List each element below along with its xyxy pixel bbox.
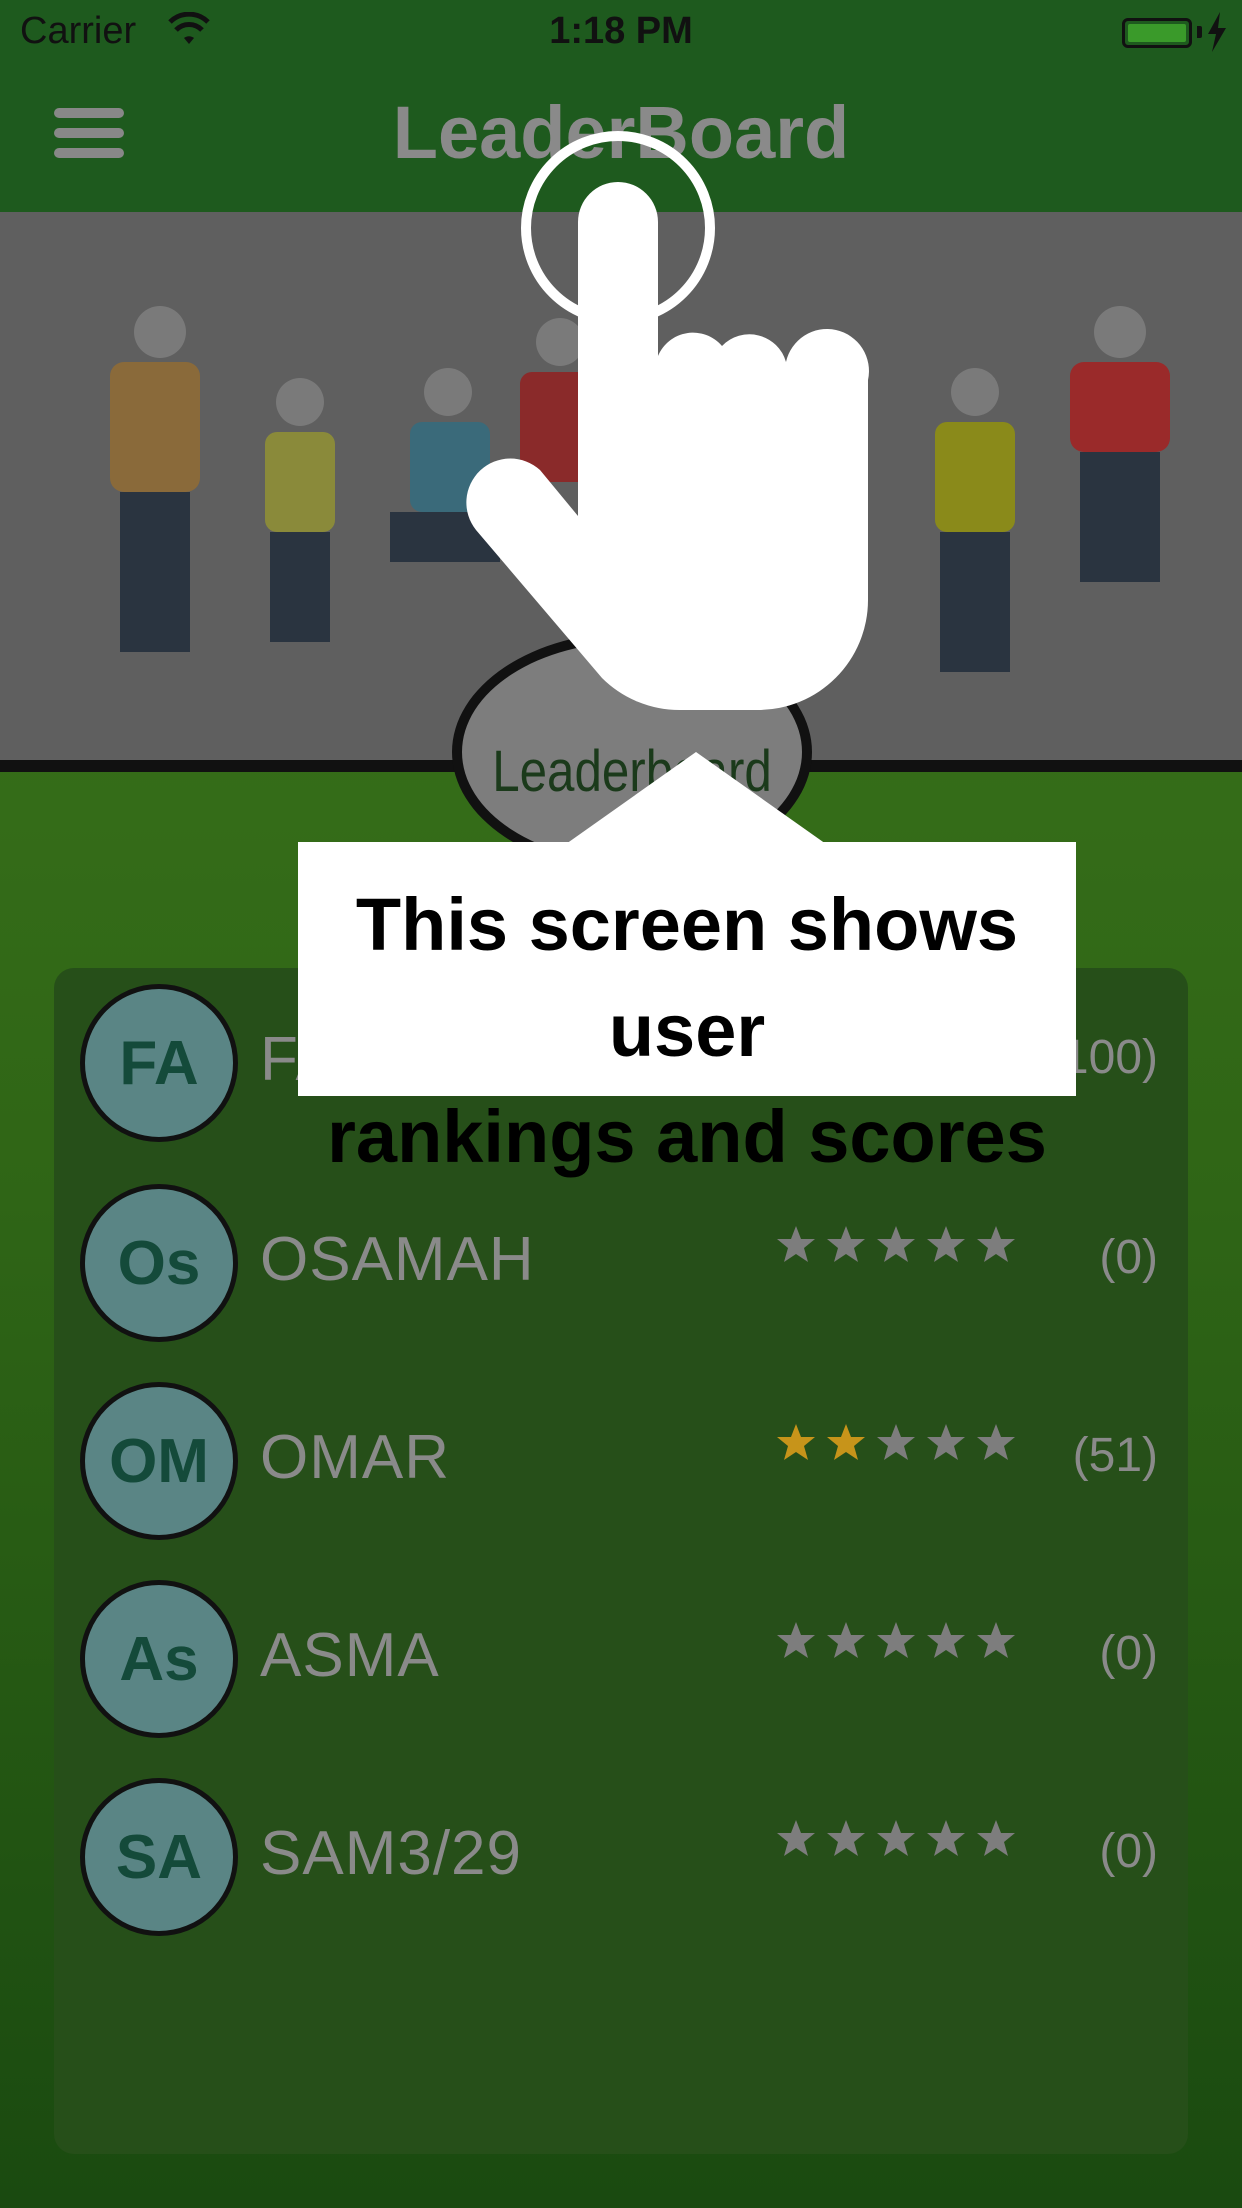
- callout-pointer: [566, 752, 826, 844]
- user-name: ASMA: [260, 1621, 440, 1690]
- user-score: (0): [1099, 1627, 1158, 1680]
- tutorial-callout: This screen shows user rankings and scor…: [298, 842, 1076, 1178]
- user-score: (0): [1099, 1825, 1158, 1878]
- star-empty-icon: [977, 1424, 1015, 1460]
- star-empty-icon: [877, 1622, 915, 1658]
- star-empty-icon: [777, 1820, 815, 1856]
- star-empty-icon: [927, 1424, 965, 1460]
- star-rating: [776, 1422, 1016, 1462]
- star-empty-icon: [827, 1622, 865, 1658]
- star-empty-icon: [827, 1820, 865, 1856]
- battery-icon: [1122, 18, 1192, 48]
- leaderboard-row[interactable]: OM OMAR (51): [54, 1366, 1188, 1540]
- star-empty-icon: [777, 1226, 815, 1262]
- user-score: (51): [1072, 1429, 1158, 1482]
- clock: 1:18 PM: [549, 10, 693, 52]
- tap-hand-icon: [466, 131, 869, 711]
- star-filled-icon: [827, 1424, 865, 1460]
- star-empty-icon: [977, 1622, 1015, 1658]
- star-empty-icon: [927, 1820, 965, 1856]
- star-empty-icon: [877, 1820, 915, 1856]
- star-rating: [776, 1224, 1016, 1264]
- status-bar: Carrier 1:18 PM: [0, 0, 1242, 66]
- avatar: SA: [80, 1778, 238, 1936]
- user-name: SAM3/29: [260, 1819, 523, 1888]
- user-name: OMAR: [260, 1423, 450, 1492]
- avatar: OM: [80, 1382, 238, 1540]
- callout-line-1: This screen shows user: [355, 883, 1019, 1072]
- star-rating: [776, 1620, 1016, 1660]
- star-rating: [776, 1818, 1016, 1858]
- star-empty-icon: [977, 1820, 1015, 1856]
- avatar: As: [80, 1580, 238, 1738]
- leaderboard-row[interactable]: Os OSAMAH (0): [54, 1168, 1188, 1342]
- star-empty-icon: [927, 1226, 965, 1262]
- charging-bolt-icon: [1208, 12, 1226, 52]
- star-empty-icon: [827, 1226, 865, 1262]
- star-empty-icon: [877, 1226, 915, 1262]
- battery-nub: [1197, 26, 1202, 38]
- avatar: Os: [80, 1184, 238, 1342]
- star-empty-icon: [877, 1424, 915, 1460]
- callout-line-2: rankings and scores: [327, 1095, 1047, 1178]
- avatar: FA: [80, 984, 238, 1142]
- star-empty-icon: [927, 1622, 965, 1658]
- star-empty-icon: [777, 1622, 815, 1658]
- user-name: OSAMAH: [260, 1225, 535, 1294]
- leaderboard-row[interactable]: SA SAM3/29 (0): [54, 1762, 1188, 1936]
- star-empty-icon: [977, 1226, 1015, 1262]
- user-score: (0): [1099, 1231, 1158, 1284]
- leaderboard-row[interactable]: As ASMA (0): [54, 1564, 1188, 1738]
- star-filled-icon: [777, 1424, 815, 1460]
